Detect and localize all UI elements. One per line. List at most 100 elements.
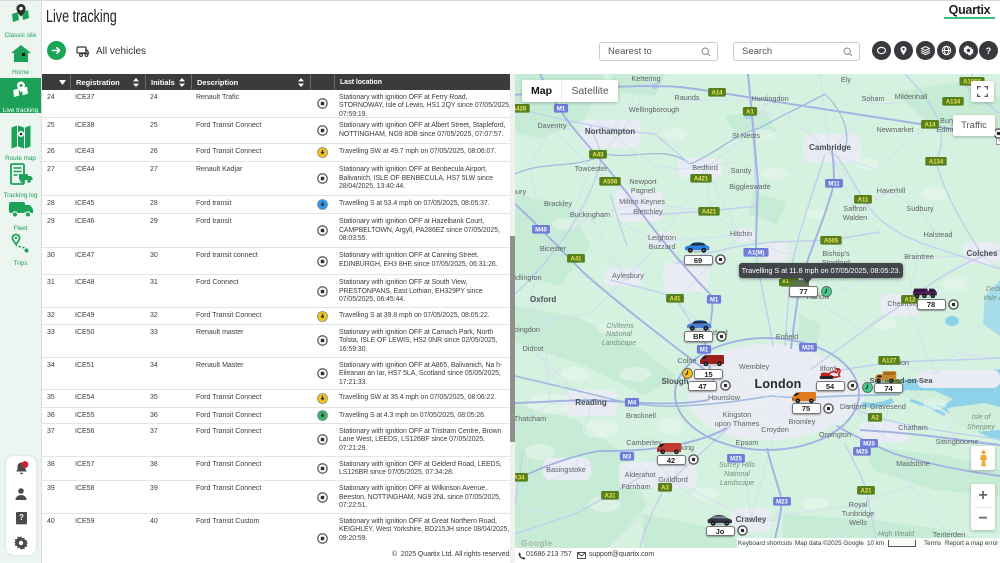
svg-text:Sittingbourne: Sittingbourne xyxy=(935,437,978,446)
svg-text:Braintree: Braintree xyxy=(904,252,934,261)
svg-text:M1: M1 xyxy=(557,107,566,113)
svg-text:A134: A134 xyxy=(946,100,961,106)
svg-text:Landscape: Landscape xyxy=(602,340,636,347)
svg-text:M3: M3 xyxy=(623,455,632,461)
svg-text:Sudbury: Sudbury xyxy=(906,204,934,213)
svg-text:A1: A1 xyxy=(746,110,754,116)
svg-text:Huntingdon: Huntingdon xyxy=(751,94,788,103)
svg-text:Thatcham: Thatcham xyxy=(515,414,546,423)
svg-text:London: London xyxy=(754,377,801,391)
svg-text:Buzzard: Buzzard xyxy=(649,242,676,251)
svg-text:Dedh: Dedh xyxy=(986,286,1000,293)
svg-text:A14: A14 xyxy=(924,123,936,129)
svg-text:Hounslow: Hounslow xyxy=(708,393,741,402)
svg-text:Enfield: Enfield xyxy=(776,332,798,341)
svg-text:Mildenhall: Mildenhall xyxy=(895,92,928,101)
svg-text:M20: M20 xyxy=(863,442,875,448)
svg-text:M23: M23 xyxy=(776,500,788,506)
svg-text:Hitchin: Hitchin xyxy=(730,229,752,238)
svg-text:M25: M25 xyxy=(856,450,868,456)
svg-text:A3: A3 xyxy=(661,486,669,492)
svg-text:A428: A428 xyxy=(515,107,527,113)
svg-text:Vale A: Vale A xyxy=(983,295,1000,302)
svg-text:Gravesend: Gravesend xyxy=(870,402,906,411)
svg-text:Sandy: Sandy xyxy=(731,166,752,175)
svg-text:Towcester: Towcester xyxy=(575,164,608,173)
svg-text:National: National xyxy=(724,471,750,478)
svg-text:A43: A43 xyxy=(592,153,604,159)
svg-text:M25: M25 xyxy=(802,346,814,352)
svg-text:Bromley: Bromley xyxy=(789,417,816,426)
svg-text:Halstead: Halstead xyxy=(924,230,953,239)
svg-text:Newmarket: Newmarket xyxy=(877,125,914,134)
svg-text:Colne: Colne xyxy=(677,356,696,365)
svg-text:A421: A421 xyxy=(702,210,717,216)
svg-text:M1: M1 xyxy=(710,298,719,304)
svg-text:Chatham: Chatham xyxy=(898,423,928,432)
svg-text:M1: M1 xyxy=(700,348,709,354)
svg-text:upon Thames: upon Thames xyxy=(715,419,760,428)
svg-text:A421: A421 xyxy=(694,177,709,183)
svg-text:High Weald: High Weald xyxy=(878,531,915,538)
svg-text:A127: A127 xyxy=(882,359,897,365)
svg-text:Leighton: Leighton xyxy=(648,233,676,242)
svg-text:Kettering: Kettering xyxy=(631,74,660,83)
svg-text:Saffron: Saffron xyxy=(843,204,866,213)
svg-text:M40: M40 xyxy=(535,228,547,234)
svg-text:Chilterns: Chilterns xyxy=(606,323,634,330)
svg-text:Royal: Royal xyxy=(849,500,868,509)
svg-text:Isle of: Isle of xyxy=(972,414,992,421)
svg-text:Sheppey: Sheppey xyxy=(967,424,995,431)
svg-text:A21: A21 xyxy=(860,489,872,495)
svg-text:Guildford: Guildford xyxy=(658,475,688,484)
svg-text:A31: A31 xyxy=(604,494,616,500)
svg-text:A508: A508 xyxy=(603,180,618,186)
svg-text:Brackley: Brackley xyxy=(544,199,572,208)
svg-text:A12: A12 xyxy=(904,298,916,304)
svg-text:A34: A34 xyxy=(515,476,525,482)
svg-text:Tunbridge: Tunbridge xyxy=(842,509,875,518)
svg-text:bury: bury xyxy=(515,187,526,196)
svg-text:Landscape: Landscape xyxy=(720,480,754,487)
svg-text:Cambridge: Cambridge xyxy=(809,143,851,152)
svg-text:bingdon: bingdon xyxy=(515,325,540,334)
svg-text:Croydon: Croydon xyxy=(761,425,789,434)
svg-text:idlington: idlington xyxy=(515,273,542,282)
svg-text:A2: A2 xyxy=(871,416,879,422)
svg-text:Pagnell: Pagnell xyxy=(631,186,656,195)
svg-text:Milton Keynes: Milton Keynes xyxy=(619,197,665,206)
svg-text:A41: A41 xyxy=(669,297,681,303)
svg-text:Reading: Reading xyxy=(575,398,607,407)
svg-text:Daventry: Daventry xyxy=(537,121,567,130)
svg-text:Haverhill: Haverhill xyxy=(877,186,906,195)
svg-text:Epsom: Epsom xyxy=(736,438,759,447)
svg-text:A11: A11 xyxy=(858,198,869,204)
svg-text:Wembley: Wembley xyxy=(739,362,770,371)
svg-text:Buckingham: Buckingham xyxy=(570,210,610,219)
svg-text:M25: M25 xyxy=(730,457,742,463)
svg-text:Basingstoke: Basingstoke xyxy=(546,465,586,474)
svg-text:Ely: Ely xyxy=(841,75,851,84)
svg-text:Northampton: Northampton xyxy=(585,127,635,136)
svg-text:Kingston: Kingston xyxy=(723,410,751,419)
svg-text:Surrey Hills: Surrey Hills xyxy=(719,462,755,469)
svg-text:Aldershot: Aldershot xyxy=(625,470,656,479)
svg-text:Colches: Colches xyxy=(966,249,998,258)
svg-text:Dartford: Dartford xyxy=(840,402,866,411)
svg-text:Farnham: Farnham xyxy=(621,482,650,491)
svg-text:Crawley: Crawley xyxy=(736,515,767,524)
svg-text:Raunds: Raunds xyxy=(674,93,700,102)
svg-text:?: ? xyxy=(19,513,24,522)
svg-text:Bletchley: Bletchley xyxy=(633,207,663,216)
svg-text:Maidstone: Maidstone xyxy=(896,459,930,468)
svg-text:A41: A41 xyxy=(570,257,582,263)
svg-text:A134: A134 xyxy=(929,160,944,166)
svg-text:Biggleswade: Biggleswade xyxy=(729,182,770,191)
svg-text:A14: A14 xyxy=(711,91,723,97)
svg-text:A1(M): A1(M) xyxy=(748,251,765,257)
svg-text:A505: A505 xyxy=(824,239,839,245)
svg-text:Wellingborough: Wellingborough xyxy=(629,105,680,114)
svg-text:Soham: Soham xyxy=(861,94,884,103)
svg-text:Orpington: Orpington xyxy=(819,430,851,439)
svg-text:Aylesbury: Aylesbury xyxy=(612,271,644,280)
